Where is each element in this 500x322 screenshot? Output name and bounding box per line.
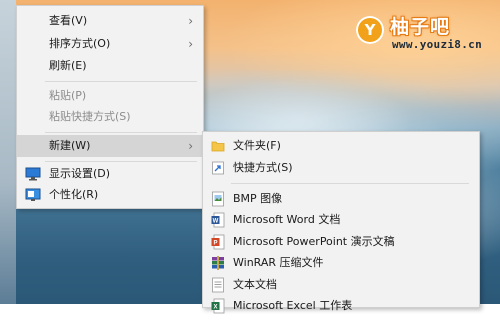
submenu-item-shortcut[interactable]: 快捷方式(S) [203,157,479,179]
menu-item-paste[interactable]: 粘贴(P) [17,85,203,107]
menu-item-label: 显示设置(D) [49,167,111,180]
menu-item-label: 粘贴快捷方式(S) [49,110,131,123]
submenu-item-label: 文件夹(F) [233,139,281,152]
display-icon [25,167,41,181]
menu-item-display-settings[interactable]: 显示设置(D) [17,163,203,185]
svg-text:W: W [213,219,219,225]
menu-item-new[interactable]: 新建(W) › [17,135,203,157]
menu-item-label: 查看(V) [49,14,88,27]
logo-url: www.youzi8.cn [392,38,482,51]
submenu-item-powerpoint[interactable]: P Microsoft PowerPoint 演示文稿 [203,231,479,253]
menu-item-label: 新建(W) [49,139,91,152]
chevron-right-icon: › [188,37,193,51]
submenu-item-label: Microsoft PowerPoint 演示文稿 [233,235,395,248]
submenu-item-excel[interactable]: X Microsoft Excel 工作表 [203,295,479,317]
menu-item-paste-shortcut[interactable]: 粘贴快捷方式(S) [17,106,203,128]
submenu-item-label: Microsoft Word 文档 [233,213,341,226]
menu-item-label: 排序方式(O) [49,37,111,50]
menu-item-view[interactable]: 查看(V) › [17,10,203,32]
menu-divider [45,132,197,133]
desktop-context-menu: 查看(V) › 排序方式(O) › 刷新(E) 粘贴(P) 粘贴快捷方式(S) … [16,5,204,209]
svg-text:X: X [213,305,217,311]
shortcut-icon [211,160,225,176]
desktop-left-edge [0,0,16,304]
submenu-item-bmp-image[interactable]: BMP 图像 [203,188,479,210]
text-doc-icon [211,277,225,293]
watermark-logo: Y 柚子吧 www.youzi8.cn [352,10,492,54]
submenu-item-label: WinRAR 压缩文件 [233,256,324,269]
menu-item-label: 刷新(E) [49,59,87,72]
chevron-right-icon: › [188,14,193,28]
submenu-item-label: 快捷方式(S) [233,161,293,174]
submenu-item-label: Microsoft Excel 工作表 [233,299,353,312]
submenu-item-folder[interactable]: 文件夹(F) [203,135,479,157]
submenu-item-word-doc[interactable]: W Microsoft Word 文档 [203,209,479,231]
menu-item-label: 粘贴(P) [49,89,87,102]
powerpoint-icon: P [211,234,225,250]
submenu-item-winrar[interactable]: WinRAR 压缩文件 [203,252,479,274]
svg-text:P: P [213,241,217,247]
submenu-item-label: 文本文档 [233,278,277,291]
logo-badge-icon: Y [356,16,384,44]
word-doc-icon: W [211,212,225,228]
submenu-item-label: BMP 图像 [233,192,283,205]
bmp-image-icon [211,191,225,207]
submenu-divider [231,183,469,184]
menu-item-personalize[interactable]: 个性化(R) [17,184,203,206]
chevron-right-icon: › [188,139,193,153]
menu-divider [45,161,197,162]
folder-icon [211,138,225,154]
menu-item-refresh[interactable]: 刷新(E) [17,55,203,77]
excel-icon: X [211,298,225,314]
logo-name: 柚子吧 [390,16,451,38]
menu-divider [45,81,197,82]
new-submenu: 文件夹(F) 快捷方式(S) BMP 图像 W Microsoft Word 文… [202,131,480,314]
submenu-item-text-doc[interactable]: 文本文档 [203,274,479,296]
menu-item-sort-by[interactable]: 排序方式(O) › [17,33,203,55]
personalize-icon [25,188,41,202]
winrar-icon [211,255,225,271]
menu-item-label: 个性化(R) [49,188,99,201]
